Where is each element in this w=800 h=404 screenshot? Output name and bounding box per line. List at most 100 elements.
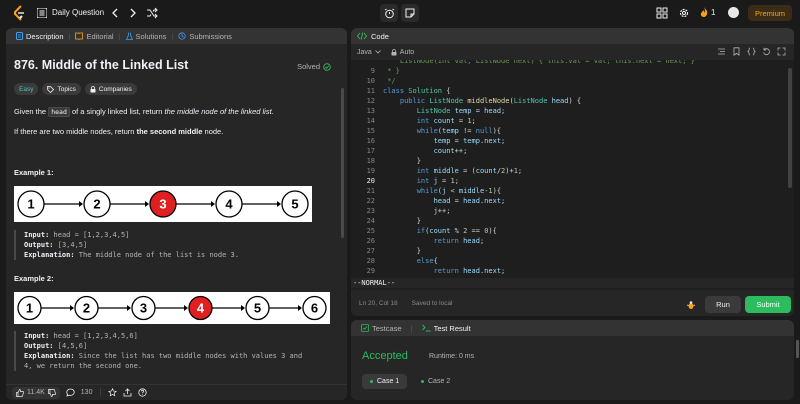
tab-solutions[interactable]: Solutions xyxy=(122,32,171,41)
code-line[interactable]: 25 if(count % 2 == 0){ xyxy=(351,226,794,236)
line-number: 21 xyxy=(366,187,375,195)
code-text: int middle = (count/2)+1; xyxy=(416,167,523,175)
code-line[interactable]: 20 int j = 1; xyxy=(351,176,794,186)
code-brackets-icon xyxy=(357,32,367,40)
line-number: 14 xyxy=(366,117,375,125)
code-line[interactable]: 10 */ xyxy=(351,76,794,86)
code-line[interactable]: 11 class Solution { xyxy=(351,86,794,96)
code-line[interactable]: 18 } xyxy=(351,156,794,166)
node-value: 2 xyxy=(83,301,90,316)
expand-icon[interactable] xyxy=(777,47,786,56)
cursor-position: Ln 20, Col 18 xyxy=(359,299,398,307)
problem-list-icon[interactable] xyxy=(37,8,47,18)
premium-button[interactable]: Premium xyxy=(748,5,792,21)
companies-badge[interactable]: Companies xyxy=(84,83,137,95)
help-icon[interactable] xyxy=(138,388,147,397)
code-tab-label[interactable]: Code xyxy=(371,32,389,41)
tab-description-label: Description xyxy=(26,31,64,41)
code-line[interactable]: 26 return head; xyxy=(351,236,794,246)
share-icon[interactable] xyxy=(123,388,132,397)
code-line[interactable]: 29 return head.next; xyxy=(351,266,794,276)
code-text: temp = temp.next; xyxy=(433,137,506,145)
daily-question-link[interactable]: Daily Question xyxy=(52,8,104,17)
tab-test-result[interactable]: Test Result xyxy=(418,324,475,333)
debug-bug-icon[interactable] xyxy=(686,300,696,310)
braces-icon[interactable] xyxy=(747,47,756,56)
code-line[interactable]: 12 public ListNode middleNode(ListNode h… xyxy=(351,96,794,106)
star-icon[interactable] xyxy=(108,388,118,397)
run-button[interactable]: Run xyxy=(705,296,741,313)
code-line[interactable]: 16 temp = temp.next; xyxy=(351,136,794,146)
next-problem-icon[interactable] xyxy=(128,7,138,19)
code-line[interactable]: 23 j++; xyxy=(351,206,794,216)
tab-editorial[interactable]: Editorial xyxy=(71,32,117,41)
code-toolbar: Java Auto xyxy=(351,44,794,60)
code-line[interactable]: 19 int middle = (count/2)+1; xyxy=(351,166,794,176)
case-1-tab[interactable]: Case 1 xyxy=(362,374,408,389)
panel-resize-handle[interactable] xyxy=(796,340,799,358)
case-2-tab[interactable]: Case 2 xyxy=(413,374,458,389)
code-line[interactable]: 13 ListNode temp = head; xyxy=(351,106,794,116)
code-line[interactable]: 14 int count = 1; xyxy=(351,116,794,126)
shuffle-icon[interactable] xyxy=(146,7,158,19)
code-line[interactable]: 24 } xyxy=(351,216,794,226)
thumbs-down-icon[interactable] xyxy=(47,388,56,397)
code-text: while(j < middle-1){ xyxy=(416,187,502,195)
case-1-label: Case 1 xyxy=(377,378,400,385)
code-line[interactable]: 9 * } xyxy=(351,66,794,76)
bookmark-icon[interactable] xyxy=(732,47,741,56)
code-line[interactable]: 17 count++; xyxy=(351,146,794,156)
topics-badge[interactable]: Topics xyxy=(42,83,81,95)
code-line[interactable]: 28 else{ xyxy=(351,256,794,266)
history-icon xyxy=(178,32,186,40)
code-line[interactable]: 21 while(j < middle-1){ xyxy=(351,186,794,196)
leetcode-logo-icon[interactable] xyxy=(12,5,26,21)
inline-code: head xyxy=(48,107,70,117)
tab-description[interactable]: Description xyxy=(12,32,68,41)
code-line[interactable]: 22 head = head.next; xyxy=(351,196,794,206)
previous-problem-icon[interactable] xyxy=(110,7,120,19)
output-value: [4,5,6] xyxy=(57,342,88,350)
comment-count[interactable]: 130 xyxy=(81,389,93,396)
terminal-icon xyxy=(421,324,431,332)
test-tabs: Testcase | Test Result xyxy=(351,320,794,336)
auto-mode-toggle[interactable]: Auto xyxy=(391,49,414,56)
code-text: count++; xyxy=(433,147,468,155)
tab-testcase-label: Testcase xyxy=(372,323,402,333)
code-text: else{ xyxy=(416,257,438,265)
alarm-clock-icon xyxy=(384,8,394,18)
verdict-accepted: Accepted xyxy=(362,350,408,362)
code-text: class Solution { xyxy=(383,87,451,95)
notes-button[interactable] xyxy=(401,4,419,22)
tab-submissions[interactable]: Submissions xyxy=(174,32,236,41)
code-text: if(count % 2 == 0){ xyxy=(416,227,497,235)
code-text: public ListNode middleNode(ListNode head… xyxy=(399,97,582,105)
format-lines-icon[interactable] xyxy=(717,47,726,56)
user-avatar[interactable] xyxy=(728,7,739,18)
description-scrollbar[interactable] xyxy=(341,88,344,238)
settings-gear-icon[interactable] xyxy=(678,7,690,19)
solved-label: Solved xyxy=(297,62,320,71)
vote-group: 11.4K xyxy=(12,386,60,399)
tab-testcase[interactable]: Testcase xyxy=(357,324,406,333)
difficulty-badge: Easy xyxy=(14,83,39,95)
streak-counter[interactable]: 1 xyxy=(700,7,715,17)
thumbs-up-icon[interactable] xyxy=(16,388,24,397)
layout-grid-icon[interactable] xyxy=(656,7,668,19)
node-value: 3 xyxy=(140,301,147,316)
explanation-label: Explanation: xyxy=(24,352,75,360)
node-value: 2 xyxy=(93,197,100,212)
language-selector[interactable]: Java xyxy=(357,49,381,56)
timer-button[interactable] xyxy=(380,4,398,22)
code-scrollbar[interactable] xyxy=(788,68,792,188)
description-paragraph-1: Given the head of a singly linked list, … xyxy=(14,107,334,117)
code-editor[interactable]: ListNode(int val, ListNode next) { this.… xyxy=(351,60,794,278)
code-line[interactable]: 27 } xyxy=(351,246,794,256)
code-line[interactable]: 15 while(temp != null){ xyxy=(351,126,794,136)
comment-icon[interactable] xyxy=(66,388,75,397)
line-number: 22 xyxy=(366,197,375,205)
submit-button[interactable]: Submit xyxy=(745,296,791,313)
code-text: } xyxy=(383,217,421,225)
code-text: int count = 1; xyxy=(416,117,476,125)
reset-icon[interactable] xyxy=(762,47,771,56)
